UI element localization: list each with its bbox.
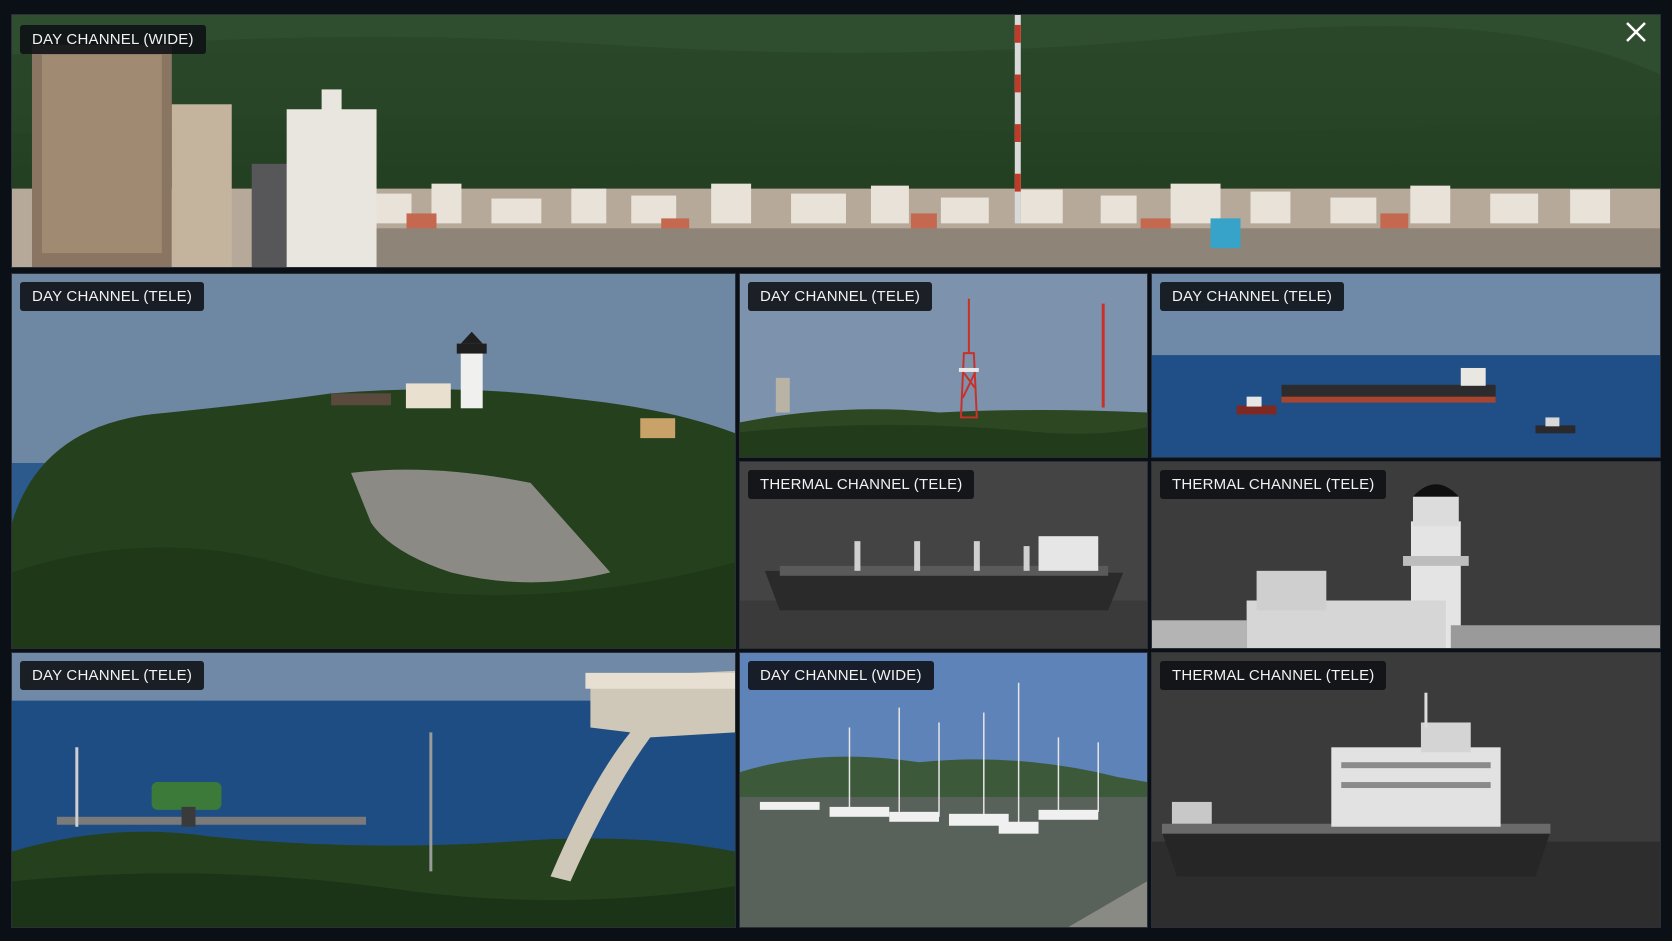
- channel-label: DAY CHANNEL (TELE): [20, 282, 205, 311]
- camera-tile-thermal-ship-close[interactable]: THERMAL CHANNEL (TELE): [1151, 652, 1661, 928]
- camera-tile-sea-ships[interactable]: DAY CHANNEL (TELE): [1151, 273, 1661, 458]
- channel-label: DAY CHANNEL (TELE): [20, 661, 205, 690]
- camera-tile-radar-coast[interactable]: DAY CHANNEL (TELE): [11, 652, 736, 928]
- camera-tile-top-wide[interactable]: DAY CHANNEL (WIDE): [11, 14, 1661, 268]
- close-button[interactable]: [1616, 12, 1656, 52]
- channel-label: DAY CHANNEL (WIDE): [20, 25, 206, 54]
- close-icon: [1626, 22, 1646, 42]
- camera-tile-thermal-ship[interactable]: THERMAL CHANNEL (TELE): [739, 461, 1148, 649]
- camera-tile-cliff-lighthouse[interactable]: DAY CHANNEL (TELE): [11, 273, 736, 649]
- channel-label: DAY CHANNEL (TELE): [748, 282, 933, 311]
- channel-label: THERMAL CHANNEL (TELE): [748, 470, 975, 499]
- channel-label: DAY CHANNEL (WIDE): [748, 661, 934, 690]
- coastal-radar-image: [12, 653, 735, 927]
- camera-tile-thermal-lighthouse[interactable]: THERMAL CHANNEL (TELE): [1151, 461, 1661, 649]
- channel-label: DAY CHANNEL (TELE): [1160, 282, 1345, 311]
- camera-tile-red-tower[interactable]: DAY CHANNEL (TELE): [739, 273, 1148, 458]
- channel-label: THERMAL CHANNEL (TELE): [1160, 470, 1387, 499]
- cliff-lighthouse-image: [12, 274, 735, 648]
- thermal-ship-superstructure-image: [1152, 653, 1660, 927]
- channel-label: THERMAL CHANNEL (TELE): [1160, 661, 1387, 690]
- hillside-city-image: [12, 15, 1660, 267]
- marina-image: [740, 653, 1147, 927]
- camera-tile-marina[interactable]: DAY CHANNEL (WIDE): [739, 652, 1148, 928]
